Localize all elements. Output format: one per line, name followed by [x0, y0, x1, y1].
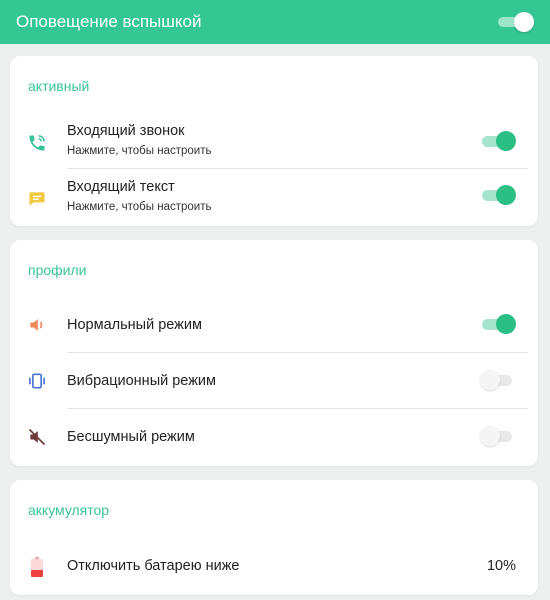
active-section-card: активный Входящий звонок Нажмите, чтобы …	[10, 56, 538, 226]
row-vibration-mode[interactable]: Вибрационный режим	[10, 352, 538, 408]
message-icon	[26, 188, 48, 210]
phone-call-icon	[26, 132, 48, 154]
incoming-text-label: Входящий текст	[67, 179, 175, 195]
row-normal-mode[interactable]: Нормальный режим	[10, 296, 538, 352]
master-flash-toggle[interactable]	[498, 12, 534, 32]
vibration-mode-toggle[interactable]	[480, 370, 516, 390]
toggle-thumb	[496, 314, 516, 334]
incoming-call-label: Входящий звонок	[67, 123, 185, 139]
section-title-active: активный	[28, 78, 90, 94]
app-title: Оповещение вспышкой	[16, 12, 202, 31]
incoming-text-hint: Нажмите, чтобы настроить	[67, 201, 212, 213]
normal-mode-label: Нормальный режим	[67, 317, 202, 333]
app-bar: Оповещение вспышкой	[0, 0, 550, 44]
toggle-thumb	[480, 370, 500, 390]
normal-mode-toggle[interactable]	[482, 314, 516, 334]
incoming-call-hint: Нажмите, чтобы настроить	[67, 145, 212, 157]
toggle-thumb	[496, 131, 516, 151]
mute-icon	[26, 426, 48, 448]
row-incoming-text[interactable]: Входящий текст Нажмите, чтобы настроить	[10, 170, 538, 226]
silent-mode-toggle[interactable]	[480, 426, 516, 446]
profiles-section-card: профили Нормальный режим Вибрационный ре…	[10, 240, 538, 466]
speaker-icon	[26, 314, 48, 336]
incoming-call-toggle[interactable]	[482, 131, 516, 151]
row-battery-threshold[interactable]: Отключить батарею ниже 10%	[10, 538, 538, 594]
row-incoming-call[interactable]: Входящий звонок Нажмите, чтобы настроить	[10, 114, 538, 170]
vibration-icon	[26, 370, 48, 392]
vibration-mode-label: Вибрационный режим	[67, 373, 216, 389]
battery-threshold-label: Отключить батарею ниже	[67, 558, 240, 574]
battery-threshold-value: 10%	[486, 558, 516, 574]
master-toggle-thumb	[514, 12, 534, 32]
divider	[67, 168, 528, 169]
section-title-profiles: профили	[28, 262, 87, 278]
toggle-thumb	[480, 426, 500, 446]
row-silent-mode[interactable]: Бесшумный режим	[10, 408, 538, 464]
incoming-text-toggle[interactable]	[482, 185, 516, 205]
silent-mode-label: Бесшумный режим	[67, 429, 195, 445]
section-title-battery: аккумулятор	[28, 502, 110, 518]
toggle-thumb	[496, 185, 516, 205]
battery-low-icon	[26, 556, 48, 578]
battery-section-card: аккумулятор Отключить батарею ниже 10%	[10, 480, 538, 595]
